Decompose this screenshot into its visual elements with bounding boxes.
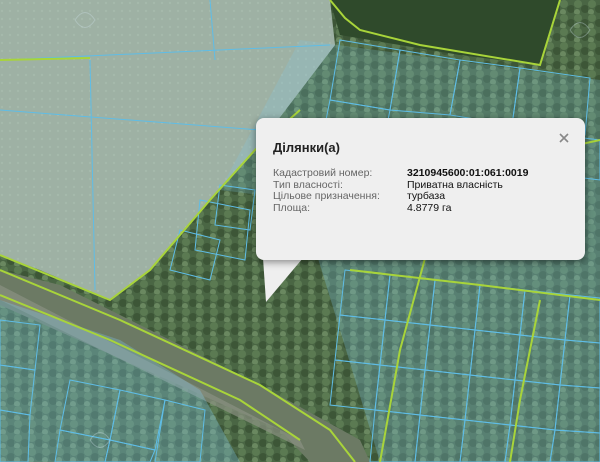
purpose-row: Цільове призначення: турбаза: [273, 190, 528, 203]
close-icon[interactable]: [558, 132, 570, 144]
popup-pointer: [263, 258, 303, 302]
row-label: Цільове призначення:: [273, 190, 380, 202]
row-label: Площа:: [273, 201, 311, 214]
cadastral-number-value: 3210945600:01:061:0019: [407, 167, 529, 179]
map-view[interactable]: Ділянки(а) Кадастровий номер: 3210945600…: [0, 0, 600, 462]
parcel-info-popup: Ділянки(а) Кадастровий номер: 3210945600…: [256, 118, 585, 260]
parcel-attributes: Кадастровий номер: 3210945600:01:061:001…: [273, 167, 529, 215]
row-label: Кадастровий номер:: [273, 167, 373, 179]
purpose-value: турбаза: [407, 190, 446, 202]
popup-title: Ділянки(а): [273, 140, 340, 155]
area-row: Площа: 4.8779 га: [273, 201, 528, 215]
area-value: 4.8779 га: [407, 201, 452, 214]
cadastral-number-row: Кадастровий номер: 3210945600:01:061:001…: [273, 167, 529, 180]
